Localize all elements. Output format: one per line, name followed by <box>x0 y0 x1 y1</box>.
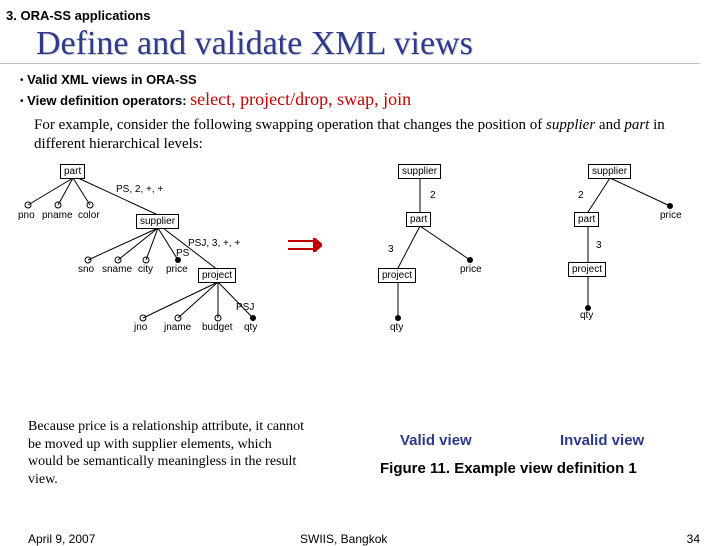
page-title: Define and validate XML views <box>0 23 700 64</box>
node-supplier-v: supplier <box>398 164 441 179</box>
para-mid: and <box>599 117 624 133</box>
figure-caption: Figure 11. Example view definition 1 <box>380 460 637 477</box>
valid-view-label: Valid view <box>400 432 472 449</box>
bullet-1-text: Valid XML views in ORA-SS <box>27 72 197 87</box>
leaf-qty-i: qty <box>580 310 593 321</box>
ann-3-i: 3 <box>596 240 602 251</box>
leaf-color: color <box>78 210 100 221</box>
operators-text: select, project/drop, swap, join <box>190 89 411 109</box>
ann-ps: PS, 2, +, + <box>116 184 163 195</box>
para-it1: supplier <box>546 117 595 133</box>
valid-tree-lines <box>340 160 520 350</box>
bullet-dot: • <box>20 75 24 86</box>
intro-paragraph: For example, consider the following swap… <box>0 112 720 154</box>
leaf-price: price <box>166 264 188 275</box>
node-part: part <box>60 164 85 179</box>
bullet-2-text: View definition operators: <box>27 93 190 108</box>
leaf-jno: jno <box>134 322 147 333</box>
leaf-ps-tag: PS <box>176 248 189 259</box>
leaf-price-v: price <box>460 264 482 275</box>
leaf-sname: sname <box>102 264 132 275</box>
valid-tree: supplier 2 part 3 project price qty <box>340 160 520 350</box>
para-pre: For example, consider the following swap… <box>34 117 546 133</box>
leaf-sno: sno <box>78 264 94 275</box>
footer-page: 34 <box>687 532 700 546</box>
leaf-jname: jname <box>164 322 191 333</box>
leaf-qty-v: qty <box>390 322 403 333</box>
bullet-1: • Valid XML views in ORA-SS <box>20 72 720 87</box>
leaf-qty: qty <box>244 322 257 333</box>
invalid-tree-lines <box>540 160 710 325</box>
bullet-list: • Valid XML views in ORA-SS • View defin… <box>0 68 720 110</box>
leaf-pname: pname <box>42 210 73 221</box>
ann-psj: PSJ, 3, +, + <box>188 238 240 249</box>
node-supplier-i: supplier <box>588 164 631 179</box>
leaf-pno: pno <box>18 210 35 221</box>
node-part-v: part <box>406 212 431 227</box>
bullet-dot: • <box>20 96 24 107</box>
node-supplier: supplier <box>136 214 179 229</box>
node-project: project <box>198 268 236 283</box>
leaf-psj-tag: PSJ <box>236 302 254 313</box>
ann-2-i: 2 <box>578 190 584 201</box>
breadcrumb: 3. ORA-SS applications <box>0 0 720 23</box>
node-project-i: project <box>568 262 606 277</box>
para-it2: part <box>624 117 649 133</box>
ann-2-v: 2 <box>430 190 436 201</box>
leaf-budget: budget <box>202 322 233 333</box>
invalid-tree: supplier 2 part price 3 project qty <box>540 160 710 325</box>
node-part-i: part <box>574 212 599 227</box>
ann-3-v: 3 <box>388 244 394 255</box>
node-project-v: project <box>378 268 416 283</box>
semantic-note: Because price is a relationship attribut… <box>28 418 308 488</box>
transform-arrow-icon <box>288 238 322 252</box>
footer-date: April 9, 2007 <box>28 532 95 546</box>
invalid-view-label: Invalid view <box>560 432 644 449</box>
leaf-price-i: price <box>660 210 682 221</box>
footer-venue: SWIIS, Bangkok <box>300 532 387 546</box>
bullet-2: • View definition operators: select, pro… <box>20 89 720 110</box>
diagram-area: part PS, 2, +, + supplier PSJ, 3, +, + p… <box>10 160 710 360</box>
left-tree: part PS, 2, +, + supplier PSJ, 3, +, + p… <box>18 160 278 350</box>
leaf-city: city <box>138 264 153 275</box>
